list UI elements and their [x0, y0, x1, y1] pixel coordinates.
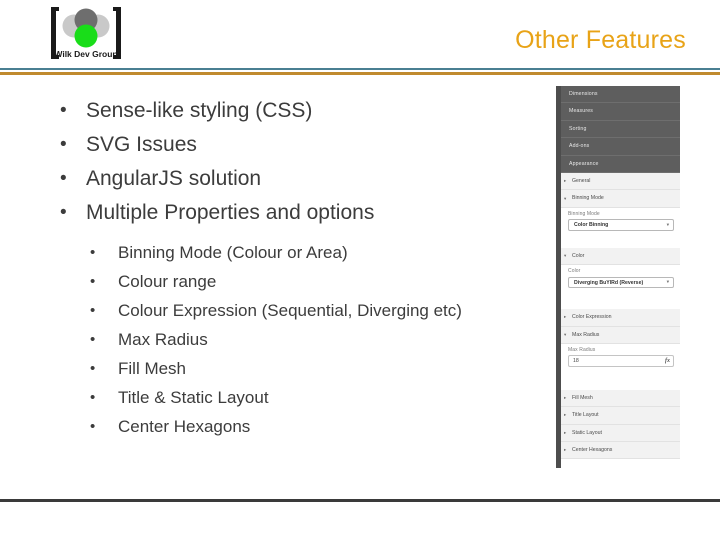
chevron-right-icon: ▸ — [564, 314, 567, 320]
accordion-static-layout-label: Static Layout — [572, 429, 602, 436]
list-item-label: SVG Issues — [86, 133, 197, 156]
feature-list: • Sense-like styling (CSS) • SVG Issues … — [0, 94, 560, 230]
accordion-general-label: General — [572, 177, 591, 184]
binning-mode-value: Color Binning — [574, 222, 609, 229]
list-item-label: Title & Static Layout — [118, 388, 269, 407]
binning-mode-label: Binning Mode — [568, 210, 600, 217]
list-item: • Center Hexagons — [0, 412, 560, 441]
list-item: • Colour range — [0, 267, 560, 296]
panel-spacer — [561, 235, 680, 248]
panel-section-measures[interactable]: Measures — [561, 103, 680, 121]
list-item: • Fill Mesh — [0, 354, 560, 383]
accordion-center-hexagons[interactable]: ▸ Center Hexagons — [561, 442, 680, 460]
field-color: Color Diverging BuYlRd (Reverse) ▾ — [561, 265, 680, 294]
accordion-max-radius[interactable]: ▾ Max Radius — [561, 326, 680, 344]
max-radius-value: 18 — [573, 358, 579, 365]
panel-content: Dimensions Measures Sorting Add-ons Appe… — [561, 86, 680, 468]
list-item: • Colour Expression (Sequential, Divergi… — [0, 296, 560, 325]
accordion-general[interactable]: ▸ General — [561, 172, 680, 191]
list-item: • Title & Static Layout — [0, 383, 560, 412]
panel-spacer — [561, 371, 680, 390]
accordion-binning-mode-label: Binning Mode — [572, 195, 604, 202]
list-item-label: Multiple Properties and options — [86, 201, 375, 224]
chevron-down-icon: ▾ — [564, 252, 567, 258]
accordion-binning-mode[interactable]: ▾ Binning Mode — [561, 190, 680, 208]
chevron-right-icon: ▸ — [564, 412, 567, 418]
bullet-glyph: • — [90, 331, 96, 348]
accordion-fill-mesh-label: Fill Mesh — [572, 394, 593, 401]
svg-text:Wilk Dev Group: Wilk Dev Group — [54, 49, 117, 59]
accordion-title-layout[interactable]: ▸ Title Layout — [561, 407, 680, 425]
max-radius-label: Max Radius — [568, 346, 596, 353]
accordion-center-hexagons-label: Center Hexagons — [572, 447, 613, 454]
page-title: Other Features — [515, 26, 686, 54]
chevron-right-icon: ▸ — [564, 177, 567, 183]
color-value: Diverging BuYlRd (Reverse) — [574, 279, 644, 286]
accordion-color-expression[interactable]: ▸ Color Expression — [561, 309, 680, 327]
field-max-radius: Max Radius 18 fx — [561, 343, 680, 372]
list-item: • AngularJS solution — [0, 162, 560, 196]
bullet-glyph: • — [90, 302, 96, 319]
list-item-label: Sense-like styling (CSS) — [86, 99, 313, 122]
qlik-properties-panel-screenshot: Dimensions Measures Sorting Add-ons Appe… — [556, 86, 680, 468]
list-item-label: Max Radius — [118, 330, 208, 349]
header-rule-gold — [0, 72, 720, 75]
chevron-down-icon: ▾ — [666, 279, 669, 285]
bullet-glyph: • — [90, 389, 96, 406]
feature-sublist: • Binning Mode (Colour or Area) • Colour… — [0, 238, 560, 441]
bullet-glyph: • — [90, 360, 96, 377]
expression-fx-icon[interactable]: fx — [665, 358, 670, 364]
chevron-down-icon: ▾ — [666, 221, 669, 227]
list-item: • Sense-like styling (CSS) — [0, 94, 560, 128]
bullet-glyph: • — [60, 202, 67, 223]
accordion-title-layout-label: Title Layout — [572, 412, 599, 419]
accordion-color-label: Color — [572, 252, 585, 259]
chevron-down-icon: ▾ — [564, 331, 567, 337]
panel-appearance-body: ▸ General ▾ Binning Mode Binning Mode Co… — [561, 172, 680, 460]
panel-section-appearance[interactable]: Appearance — [561, 156, 680, 173]
bullet-glyph: • — [90, 273, 96, 290]
bullet-glyph: • — [60, 168, 67, 189]
bullet-glyph: • — [90, 244, 96, 261]
accordion-max-radius-label: Max Radius — [572, 331, 600, 338]
list-item-label: Binning Mode (Colour or Area) — [118, 243, 348, 262]
panel-dark-sections: Dimensions Measures Sorting Add-ons Appe… — [561, 86, 680, 173]
list-item: • Max Radius — [0, 325, 560, 354]
slide-body: • Sense-like styling (CSS) • SVG Issues … — [0, 94, 560, 441]
list-item-label: Fill Mesh — [118, 359, 187, 378]
chevron-right-icon: ▸ — [564, 394, 567, 400]
list-item-label: AngularJS solution — [86, 167, 262, 190]
accordion-static-layout[interactable]: ▸ Static Layout — [561, 424, 680, 443]
bullet-glyph: • — [60, 100, 67, 121]
list-item: • Multiple Properties and options — [0, 196, 560, 230]
slide: Wilk Dev Group Other Features • Sense-li… — [0, 0, 720, 540]
color-label: Color — [568, 268, 581, 275]
bullet-glyph: • — [60, 134, 67, 155]
panel-section-add-ons[interactable]: Add-ons — [561, 138, 680, 156]
panel-section-sorting[interactable]: Sorting — [561, 121, 680, 139]
chevron-right-icon: ▸ — [564, 429, 567, 435]
list-item-label: Colour Expression (Sequential, Diverging… — [118, 301, 462, 320]
accordion-fill-mesh[interactable]: ▸ Fill Mesh — [561, 389, 680, 408]
wilk-dev-group-logo: Wilk Dev Group — [45, 4, 127, 62]
panel-spacer — [561, 293, 680, 310]
list-item: • SVG Issues — [0, 128, 560, 162]
list-item: • Binning Mode (Colour or Area) — [0, 238, 560, 267]
accordion-color[interactable]: ▾ Color — [561, 247, 680, 266]
list-item-label: Center Hexagons — [118, 417, 251, 436]
accordion-color-expression-label: Color Expression — [572, 314, 612, 321]
binning-mode-select[interactable]: Color Binning ▾ — [568, 219, 674, 231]
panel-section-dimensions[interactable]: Dimensions — [561, 86, 680, 104]
bullet-glyph: • — [90, 418, 96, 435]
chevron-down-icon: ▾ — [564, 195, 567, 201]
max-radius-input[interactable]: 18 fx — [568, 355, 674, 367]
color-select[interactable]: Diverging BuYlRd (Reverse) ▾ — [568, 276, 674, 289]
slide-header: Wilk Dev Group Other Features — [0, 0, 720, 78]
chevron-right-icon: ▸ — [564, 447, 567, 453]
field-binning-mode: Binning Mode Color Binning ▾ — [561, 207, 680, 236]
footer-rule — [0, 499, 720, 502]
list-item-label: Colour range — [118, 272, 217, 291]
